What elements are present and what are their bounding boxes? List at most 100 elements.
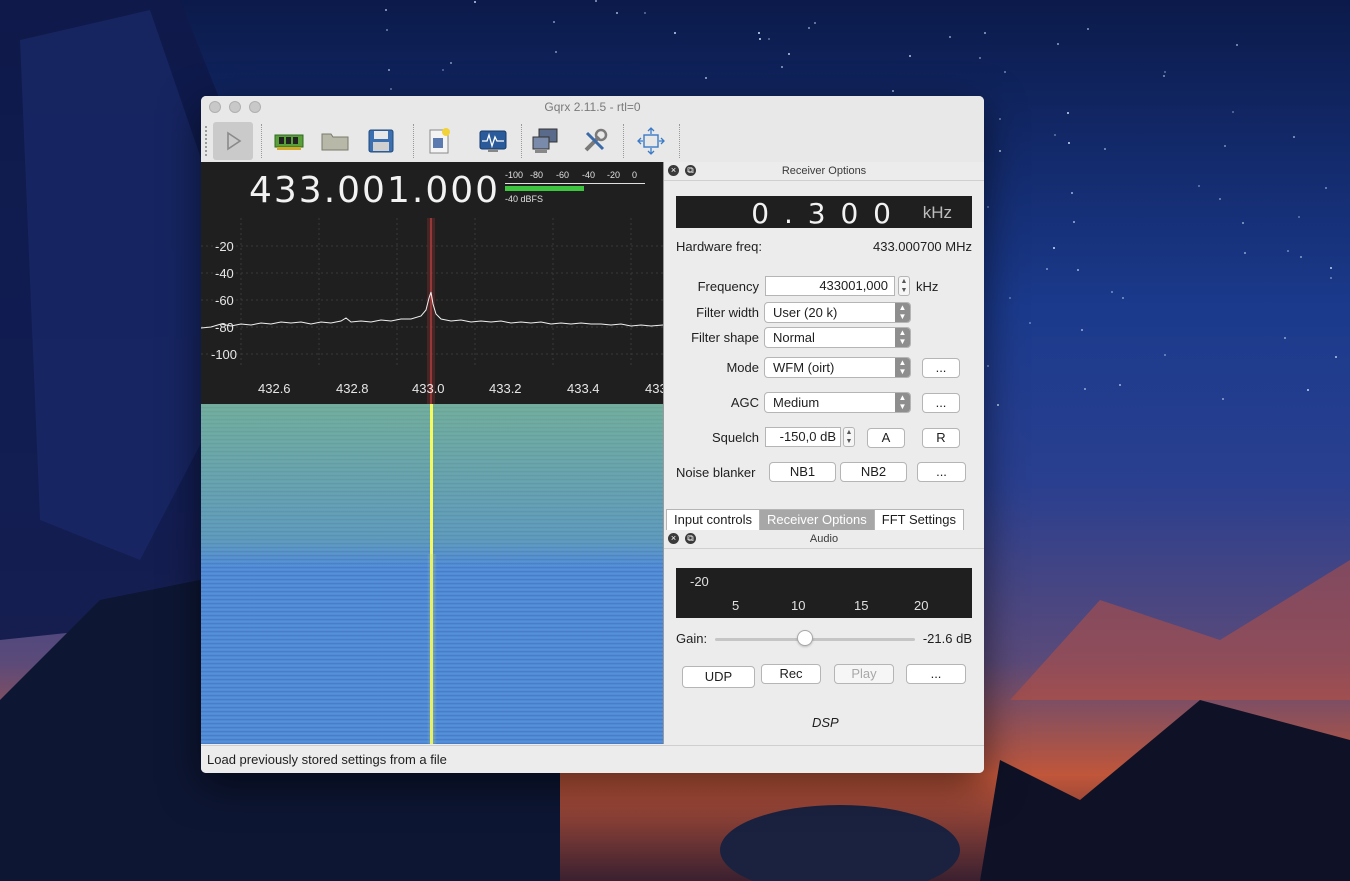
configure-io-button[interactable] (269, 122, 309, 160)
star (1053, 247, 1055, 249)
star (1104, 148, 1106, 150)
star (999, 118, 1001, 120)
star (1242, 222, 1244, 224)
star (595, 0, 597, 2)
waterfall-display[interactable] (201, 404, 663, 744)
dsp-monitor-button[interactable] (473, 122, 513, 160)
noise-blanker-options-button[interactable]: ... (917, 462, 966, 482)
star (788, 53, 790, 55)
frequency-stepper[interactable]: ▲ ▼ (898, 276, 910, 296)
fullscreen-button[interactable] (631, 122, 671, 160)
noise-blanker-label: Noise blanker (676, 465, 756, 480)
offset-unit: kHz (922, 203, 952, 222)
gain-value: -21.6 dB (922, 631, 972, 646)
star (1330, 267, 1332, 269)
audio-options-button[interactable]: ... (906, 664, 966, 684)
toolbar-separator (413, 124, 415, 158)
filter-offset-display[interactable]: 0 . 3 0 0 kHz (676, 196, 972, 230)
star (1009, 297, 1011, 299)
star (1057, 43, 1059, 45)
filter-shape-value: Normal (773, 330, 815, 345)
squelch-stepper[interactable]: ▲ ▼ (843, 427, 855, 447)
squelch-input[interactable]: -150,0 dB (765, 427, 841, 447)
star (1119, 384, 1121, 386)
save-settings-button[interactable] (361, 122, 401, 160)
start-dsp-button[interactable] (213, 122, 253, 160)
fft-graph[interactable]: -20 -40 -60 -80 -100 432.6 432.8 433.0 4… (201, 218, 663, 404)
close-dock-icon[interactable]: × (668, 165, 679, 176)
audio-dock-title[interactable]: × ⧉ Audio (664, 530, 984, 549)
squelch-auto-button[interactable]: A (867, 428, 905, 448)
star (984, 32, 986, 34)
tab-receiver-options[interactable]: Receiver Options (759, 509, 875, 531)
star (1224, 145, 1226, 147)
star (616, 12, 618, 14)
bookmark-document-icon (429, 128, 450, 154)
star (1244, 252, 1246, 254)
rec-button[interactable]: Rec (761, 664, 821, 684)
hardware-chip-icon (274, 134, 304, 150)
nb2-button[interactable]: NB2 (840, 462, 907, 482)
frequency-readout[interactable]: 433.001.000 (249, 170, 500, 211)
bookmarks-button[interactable] (419, 122, 459, 160)
filter-width-label: Filter width (696, 305, 759, 320)
agc-value: Medium (773, 395, 820, 410)
star (949, 36, 951, 38)
fft-x-tick: 433 (645, 381, 663, 396)
fft-x-tick: 433.2 (489, 381, 522, 396)
star (1293, 136, 1295, 138)
agc-select[interactable]: Medium ▲ ▼ (764, 392, 911, 413)
meter-label: -40 dBFS (505, 194, 544, 204)
fft-y-tick: -20 (215, 239, 234, 254)
gain-slider-track[interactable] (715, 638, 915, 641)
agc-label: AGC (730, 395, 759, 410)
audio-scale-tick: 5 (732, 598, 740, 613)
receiver-options-dock-title[interactable]: × ⧉ Receiver Options (664, 162, 984, 181)
mode-options-button[interactable]: ... (922, 358, 960, 378)
frequency-input[interactable]: 433001,000 (765, 276, 895, 296)
star (1087, 28, 1089, 30)
udp-button[interactable]: UDP (682, 666, 755, 688)
nb1-button[interactable]: NB1 (769, 462, 836, 482)
frequency-unit: kHz (916, 279, 939, 294)
squelch-reset-button[interactable]: R (922, 428, 960, 448)
filter-width-select[interactable]: User (20 k) ▲ ▼ (764, 302, 911, 323)
play-button[interactable]: Play (834, 664, 894, 684)
folder-icon (321, 133, 349, 151)
audio-spectrum[interactable]: -20 5 10 15 20 (676, 568, 972, 618)
spectrum-plot[interactable]: 433.001.000 -100 -80 -60 -40 -20 0 -40 d… (201, 162, 663, 404)
agc-options-button[interactable]: ... (922, 393, 960, 413)
star (1284, 337, 1286, 339)
load-settings-button[interactable] (315, 122, 355, 160)
toolbar-separator (521, 124, 523, 158)
audio-dock: × ⧉ Audio -20 5 10 15 20 Gain: -21.6 dB … (664, 530, 984, 744)
float-dock-icon[interactable]: ⧉ (685, 165, 696, 176)
remote-control-button[interactable] (527, 122, 567, 160)
float-dock-icon[interactable]: ⧉ (685, 533, 696, 544)
star (705, 77, 707, 79)
filter-shape-select[interactable]: Normal ▲ ▼ (764, 327, 911, 348)
tab-fft-settings[interactable]: FFT Settings (873, 509, 964, 531)
hardware-freq-label: Hardware freq: (676, 239, 762, 254)
fft-y-tick: -80 (215, 320, 234, 335)
star (1067, 112, 1069, 114)
window-title: Gqrx 2.11.5 - rtl=0 (544, 100, 641, 114)
toolbar-separator (261, 124, 263, 158)
star (1330, 277, 1332, 279)
frequency-label: Frequency (697, 279, 759, 294)
star (814, 22, 816, 24)
hardware-freq-value: 433.000700 MHz (872, 239, 972, 254)
tab-input-controls[interactable]: Input controls (666, 509, 761, 531)
close-dock-icon[interactable]: × (668, 533, 679, 544)
mode-select[interactable]: WFM (oirt) ▲ ▼ (764, 357, 911, 378)
toolbar-handle[interactable] (205, 126, 210, 156)
star (1071, 192, 1073, 194)
star (1325, 187, 1327, 189)
settings-button[interactable] (575, 122, 615, 160)
star (553, 21, 555, 23)
gain-slider-handle[interactable] (797, 630, 813, 646)
fft-x-tick: 433.4 (567, 381, 600, 396)
offset-value: 0 . 3 0 0 (751, 197, 894, 230)
star (1164, 71, 1166, 73)
dock-title-text: Audio (809, 533, 839, 545)
